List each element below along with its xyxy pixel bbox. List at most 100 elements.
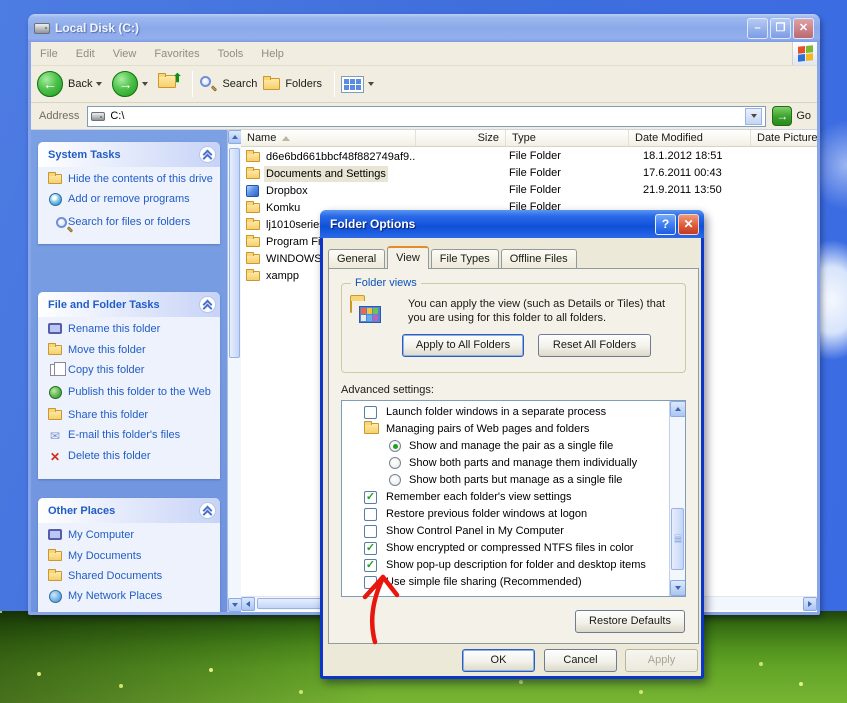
advanced-list-scrollbar[interactable] — [669, 401, 685, 596]
column-name[interactable]: Name — [241, 130, 416, 146]
task-publish-web[interactable]: Publish this folder to the Web — [46, 386, 216, 402]
setting-launch-separate-process[interactable]: Launch folder windows in a separate proc… — [342, 404, 668, 421]
scroll-right-button[interactable] — [803, 597, 817, 611]
forward-dropdown-icon[interactable] — [142, 82, 148, 86]
search-button[interactable]: Search — [199, 75, 257, 93]
tab-file-types[interactable]: File Types — [431, 249, 499, 269]
minimize-button[interactable]: – — [747, 18, 768, 39]
setting-restore-previous-windows[interactable]: Restore previous folder windows at logon — [342, 506, 668, 523]
apply-to-all-folders-button[interactable]: Apply to All Folders — [402, 334, 524, 357]
panel-header[interactable]: System Tasks — [38, 142, 220, 167]
scroll-up-button[interactable] — [228, 130, 242, 144]
maximize-button[interactable]: ❐ — [770, 18, 791, 39]
back-icon: ← — [37, 71, 63, 97]
folder-views-icon — [350, 300, 352, 312]
checkbox-unchecked[interactable] — [364, 525, 377, 538]
task-search-files[interactable]: Search for files or folders — [46, 216, 216, 229]
back-button[interactable]: ← Back — [37, 71, 106, 97]
radio-unselected[interactable] — [389, 457, 401, 469]
dialog-close-button[interactable]: ✕ — [678, 214, 699, 235]
file-row[interactable]: Dropbox File Folder 21.9.2011 13:50 — [241, 182, 817, 199]
views-button[interactable] — [341, 76, 378, 93]
cancel-button[interactable]: Cancel — [544, 649, 617, 672]
task-share-folder[interactable]: Share this folder — [46, 409, 216, 422]
radio-selected[interactable] — [389, 440, 401, 452]
menu-favorites[interactable]: Favorites — [145, 48, 208, 60]
reset-all-folders-button[interactable]: Reset All Folders — [538, 334, 651, 357]
task-email-files[interactable]: ✉ E-mail this folder's files — [46, 429, 216, 443]
views-dropdown-icon[interactable] — [368, 82, 374, 86]
link-my-documents[interactable]: My Documents — [46, 550, 216, 563]
scrollbar-thumb[interactable] — [671, 508, 684, 570]
panel-other-places: Other Places My Computer My Documents — [38, 498, 220, 612]
folders-button[interactable]: Folders — [263, 78, 322, 90]
menu-tools[interactable]: Tools — [209, 48, 253, 60]
back-dropdown-icon[interactable] — [96, 82, 102, 86]
sort-ascending-icon — [282, 136, 290, 141]
setting-show-manage-single-file[interactable]: Show and manage the pair as a single fil… — [342, 438, 668, 455]
task-rename-folder[interactable]: Rename this folder — [46, 323, 216, 337]
scroll-down-button[interactable] — [228, 598, 242, 612]
tab-view[interactable]: View — [387, 246, 429, 269]
folder-icon — [246, 169, 260, 179]
sidebar-vertical-scrollbar[interactable] — [227, 130, 241, 612]
setting-show-control-panel[interactable]: Show Control Panel in My Computer — [342, 523, 668, 540]
explorer-titlebar[interactable]: Local Disk (C:) – ❐ ✕ — [28, 14, 820, 42]
up-button[interactable]: ⬆ — [158, 75, 180, 93]
explorer-window-title: Local Disk (C:) — [55, 21, 745, 35]
task-move-folder[interactable]: Move this folder — [46, 344, 216, 357]
tab-general[interactable]: General — [328, 249, 385, 269]
collapse-button[interactable] — [199, 146, 216, 163]
menu-help[interactable]: Help — [252, 48, 293, 60]
up-folder-icon: ⬆ — [158, 75, 180, 93]
move-folder-icon — [46, 344, 64, 357]
link-my-computer[interactable]: My Computer — [46, 529, 216, 543]
column-size[interactable]: Size — [416, 130, 506, 146]
checkbox-unchecked[interactable] — [364, 406, 377, 419]
task-delete-folder[interactable]: ✕ Delete this folder — [46, 450, 216, 464]
forward-button[interactable]: → — [112, 71, 152, 97]
setting-remember-view-settings[interactable]: Remember each folder's view settings — [342, 489, 668, 506]
folder-icon — [246, 220, 260, 230]
dialog-titlebar[interactable]: Folder Options ? ✕ — [320, 210, 704, 238]
file-row-selected[interactable]: Documents and Settings File Folder 17.6.… — [241, 165, 817, 182]
task-copy-folder[interactable]: Copy this folder — [46, 364, 216, 379]
close-button[interactable]: ✕ — [793, 18, 814, 39]
menu-file[interactable]: File — [31, 48, 67, 60]
link-network-places[interactable]: My Network Places — [46, 590, 216, 606]
help-button[interactable]: ? — [655, 214, 676, 235]
desktop: Local Disk (C:) – ❐ ✕ File Edit View Fav… — [0, 0, 847, 703]
scroll-up-button[interactable] — [670, 401, 686, 417]
file-row[interactable]: d6e6bd661bbcf48f882749af9... File Folder… — [241, 148, 817, 165]
scroll-down-button[interactable] — [670, 580, 686, 596]
go-button[interactable]: → — [772, 106, 792, 126]
scrollbar-thumb[interactable] — [229, 148, 240, 358]
collapse-button[interactable] — [199, 502, 216, 519]
link-shared-documents[interactable]: Shared Documents — [46, 570, 216, 583]
column-date-modified[interactable]: Date Modified — [629, 130, 751, 146]
scroll-left-button[interactable] — [241, 597, 255, 611]
panel-header[interactable]: File and Folder Tasks — [38, 292, 220, 317]
ok-button[interactable]: OK — [462, 649, 535, 672]
task-hide-drive-contents[interactable]: Hide the contents of this drive — [46, 173, 216, 186]
menu-view[interactable]: View — [104, 48, 146, 60]
restore-defaults-button[interactable]: Restore Defaults — [575, 610, 685, 633]
globe-icon — [46, 386, 64, 402]
column-type[interactable]: Type — [506, 130, 629, 146]
tab-offline-files[interactable]: Offline Files — [501, 249, 577, 269]
address-input[interactable]: C:\ — [87, 106, 766, 127]
checkbox-unchecked[interactable] — [364, 508, 377, 521]
checkbox-checked[interactable] — [364, 491, 377, 504]
setting-show-both-manage-individually[interactable]: Show both parts and manage them individu… — [342, 455, 668, 472]
radio-unselected[interactable] — [389, 474, 401, 486]
group-managing-pairs[interactable]: Managing pairs of Web pages and folders — [342, 421, 668, 438]
menu-edit[interactable]: Edit — [67, 48, 104, 60]
setting-show-both-manage-single[interactable]: Show both parts but manage as a single f… — [342, 472, 668, 489]
column-date-picture[interactable]: Date Picture — [751, 130, 817, 146]
address-dropdown-button[interactable] — [745, 108, 762, 125]
rename-icon — [46, 323, 64, 337]
panel-header[interactable]: Other Places — [38, 498, 220, 523]
task-add-remove-programs[interactable]: Add or remove programs — [46, 193, 216, 209]
panel-system-tasks: System Tasks Hide the contents of this d… — [38, 142, 220, 244]
collapse-button[interactable] — [199, 296, 216, 313]
